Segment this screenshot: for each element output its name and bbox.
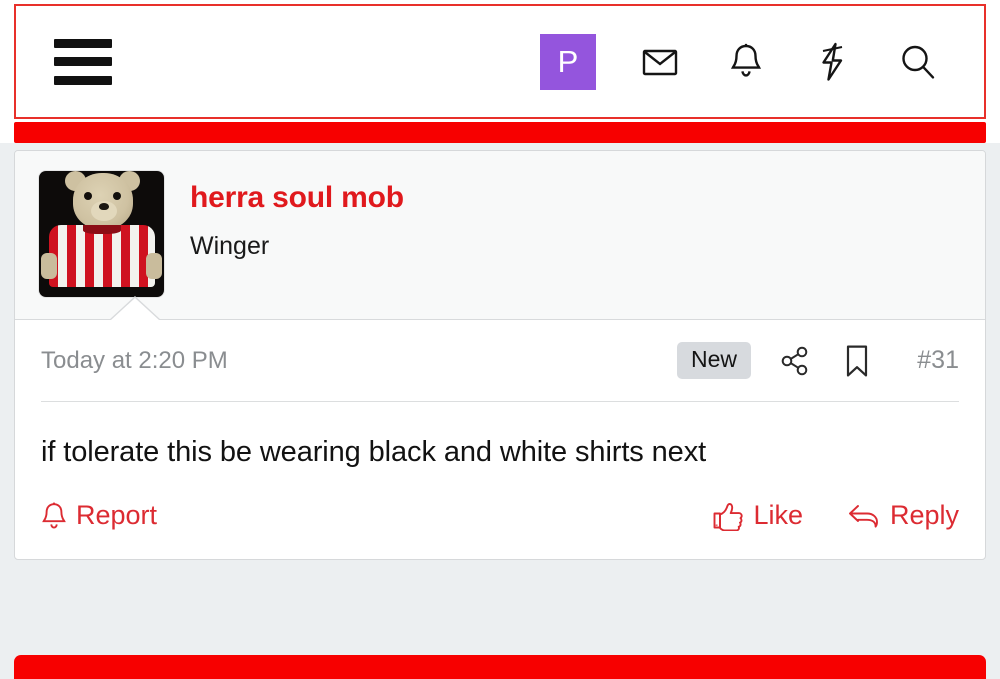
like-label: Like (753, 500, 803, 531)
avatar-initial: P (557, 43, 579, 79)
thumbs-up-icon (712, 501, 744, 531)
reply-label: Reply (889, 500, 959, 531)
share-icon[interactable] (777, 343, 813, 379)
post-number[interactable]: #31 (901, 346, 959, 375)
report-button[interactable]: Report (41, 500, 157, 531)
status-badge[interactable]: New (676, 342, 751, 379)
reply-button[interactable]: Reply (847, 500, 959, 531)
nav-icon-group: P (540, 33, 962, 90)
next-post-red-bar (14, 655, 986, 679)
top-navigation-bar: P (14, 4, 986, 119)
hamburger-bar (54, 38, 112, 48)
hamburger-bar (54, 57, 112, 66)
bolt-icon[interactable] (810, 40, 854, 84)
user-avatar-button[interactable]: P (540, 33, 596, 90)
bear-striped-shirt-icon (49, 225, 155, 287)
speech-notch (111, 298, 159, 320)
top-red-accent-bar (14, 122, 986, 143)
post-meta-row: Today at 2:20 PM New #31 (15, 320, 985, 379)
user-title: Winger (190, 231, 270, 260)
post-user-band: herra soul mob Winger (15, 151, 985, 320)
bear-eye-right-icon (113, 192, 121, 200)
bell-icon[interactable] (724, 40, 768, 84)
post-action-group-right: Like Reply (712, 500, 959, 531)
hamburger-bar (54, 75, 112, 85)
report-bell-icon (41, 501, 67, 531)
bookmark-icon[interactable] (839, 343, 875, 379)
user-meta: herra soul mob Winger (164, 171, 404, 261)
forum-thread-screen: P herra soul mob Winger Today at 2:20 PM… (0, 0, 1000, 679)
username-link[interactable]: herra soul mob (190, 181, 404, 216)
bear-nose-icon (99, 203, 109, 210)
report-label: Report (76, 500, 158, 531)
bear-eye-left-icon (84, 192, 92, 200)
post-card: herra soul mob Winger Today at 2:20 PM N… (14, 150, 986, 561)
bear-collar-icon (83, 225, 121, 234)
like-button[interactable]: Like (712, 500, 803, 531)
post-timestamp[interactable]: Today at 2:20 PM (41, 347, 228, 375)
hamburger-menu-icon[interactable] (54, 38, 112, 85)
bear-arm-left-icon (41, 253, 57, 279)
mail-icon[interactable] (638, 40, 682, 84)
post-action-row: Report Like Reply (15, 470, 985, 559)
bear-arm-right-icon (146, 253, 162, 279)
post-message: if tolerate this be wearing black and wh… (41, 436, 707, 468)
post-meta-actions: New #31 (676, 342, 959, 379)
search-icon[interactable] (896, 40, 940, 84)
avatar[interactable] (39, 171, 164, 297)
reply-arrow-icon (847, 501, 881, 531)
